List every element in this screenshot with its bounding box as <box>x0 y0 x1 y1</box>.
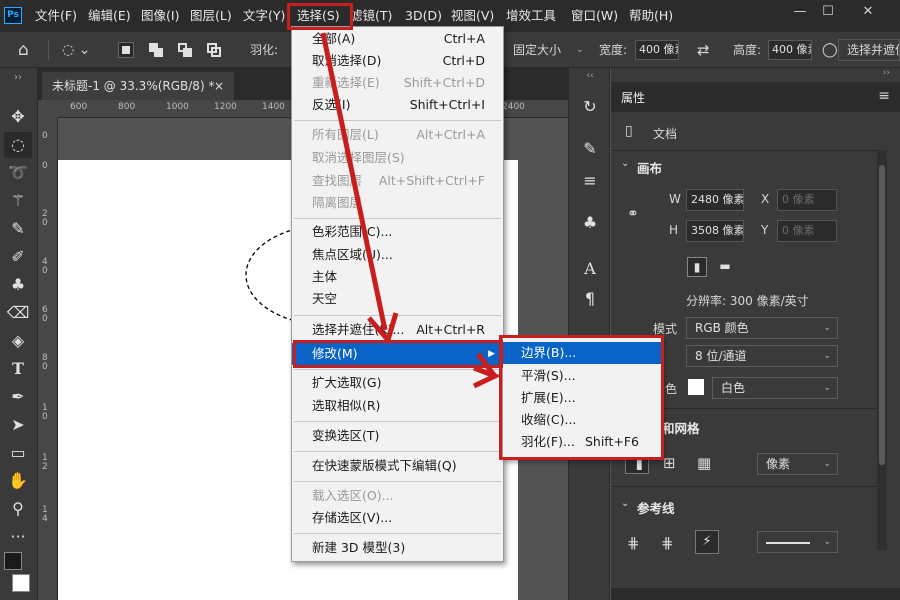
annotation-arrow-down <box>320 32 399 346</box>
annotation-arrows <box>320 32 502 389</box>
annotation-arrow-right <box>472 352 502 389</box>
